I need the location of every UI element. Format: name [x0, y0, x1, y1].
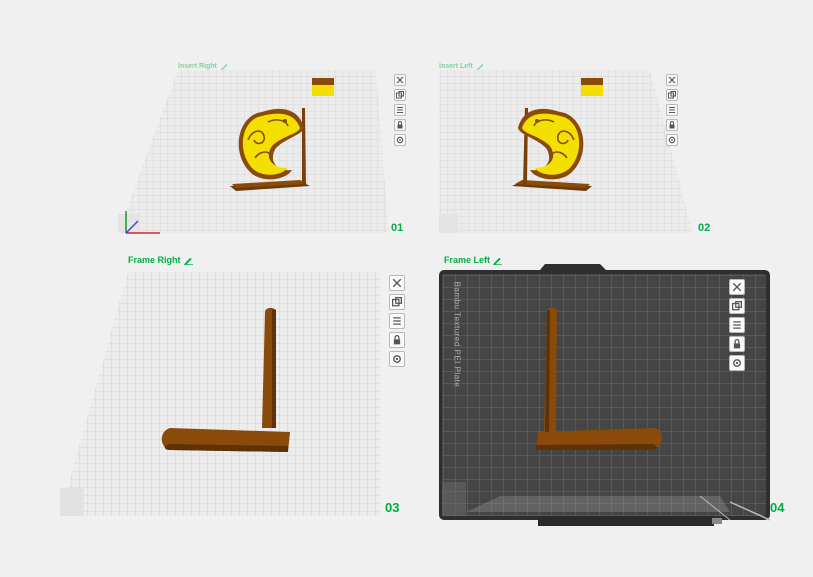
plate-04-toolbar: [729, 279, 745, 371]
settings-icon: [733, 321, 741, 329]
lock-icon: [733, 339, 741, 349]
arrange-icon: [732, 301, 742, 311]
plate-04[interactable]: Frame Left Bambu Textured PEI Plate 04: [0, 0, 813, 577]
plate-04-number: 04: [770, 500, 785, 515]
close-icon: [732, 282, 742, 292]
plate-04-settings-button[interactable]: [729, 317, 745, 333]
plate-04-close-button[interactable]: [729, 279, 745, 295]
gear-icon: [733, 359, 741, 367]
plate-04-arrange-button[interactable]: [729, 298, 745, 314]
plate-04-gear-button[interactable]: [729, 355, 745, 371]
plate-04-lock-button[interactable]: [729, 336, 745, 352]
model-frame-left: [536, 307, 662, 450]
